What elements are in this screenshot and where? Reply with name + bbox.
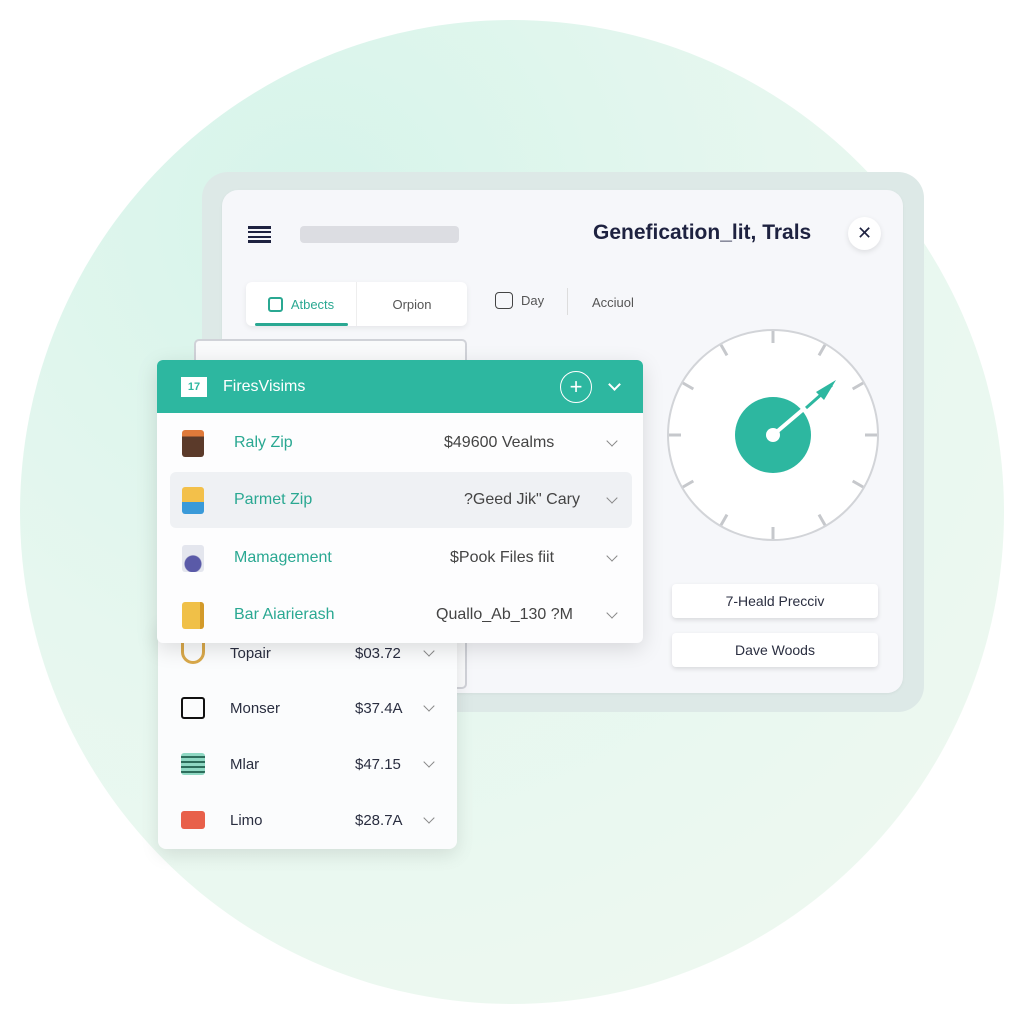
dropdown-title: FiresVisims [223,377,306,395]
chevron-down-icon[interactable] [606,550,618,562]
book-icon [182,601,204,629]
day-label: Day [521,293,545,308]
row-name: Mamagement [234,549,332,566]
row-name: Raly Zip [234,434,293,451]
search-placeholder-bar[interactable] [300,226,459,243]
chevron-down-icon[interactable] [606,492,618,504]
divider [567,288,568,315]
gauge-dial [667,329,879,541]
day-button[interactable]: Day [495,292,544,309]
tab-label: Orpion [392,296,432,312]
row-value: Quallo_Ab_130 ?M [436,606,573,623]
tab-bar: Atbects Orpion [246,282,467,326]
image-icon [182,429,204,457]
tab-orpion[interactable]: Orpion [356,282,467,326]
dropdown-row[interactable]: Raly Zip $49600 Vealms [170,415,632,471]
list-item[interactable]: Monser $37.4A [158,680,457,736]
calendar-icon: 17 [181,376,207,397]
item-price: $28.7A [355,811,403,829]
item-name: Topair [230,644,271,662]
user-icon [182,544,204,572]
acciuol-button[interactable]: Acciuol [592,295,634,310]
close-button[interactable]: ✕ [848,217,881,250]
monitor-icon [181,697,205,719]
chevron-down-icon[interactable] [606,607,618,619]
list-item[interactable]: Mlar $47.15 [158,736,457,792]
row-value: $49600 Vealms [444,434,555,451]
gauge-pivot [766,428,780,442]
calendar-icon [495,292,513,309]
chevron-down-icon[interactable] [608,378,621,391]
price-list: Topair $03.72 Monser $37.4A Mlar $47.15 Lim… [158,620,457,849]
add-button[interactable]: + [560,370,592,403]
row-name: Bar Aiarierash [234,606,335,623]
chevron-down-icon[interactable] [423,812,435,824]
item-price: $03.72 [355,644,401,662]
page-title: Genefication_lit, Trals [593,221,812,244]
tab-label: Atbects [290,296,335,312]
files-dropdown: 17 FiresVisims + Raly Zip $49600 Vealms P… [157,360,643,643]
microphone-icon [181,642,205,664]
list-item[interactable]: Limo $28.7A [158,792,457,848]
primary-button[interactable]: 7-Heald Precciv [672,584,878,618]
chevron-down-icon[interactable] [423,645,435,657]
item-name: Limo [230,811,263,829]
row-value: ?Geed Jik" Cary [464,491,580,508]
row-value: $Pook Files fiit [450,549,555,566]
item-name: Mlar [230,755,260,773]
chevron-down-icon[interactable] [423,700,435,712]
chevron-down-icon[interactable] [423,756,435,768]
dropdown-row[interactable]: Parmet Zip ?Geed Jik" Cary [170,472,632,528]
dropdown-row[interactable]: Mamagement $Pook Files fiit [170,530,632,586]
document-icon [181,753,205,775]
dropdown-row[interactable]: Bar Aiarierash Quallo_Ab_130 ?M [170,587,632,643]
tab-atbects[interactable]: Atbects [246,282,356,326]
hamburger-icon[interactable] [248,226,271,243]
row-name: Parmet Zip [234,491,313,508]
edit-icon [267,296,283,312]
close-icon: ✕ [856,223,873,243]
chevron-down-icon[interactable] [606,435,618,447]
folder-icon [182,486,204,514]
item-price: $37.4A [355,699,403,717]
dropdown-header[interactable]: 17 FiresVisims + [157,360,643,413]
tag-icon [181,811,205,829]
item-name: Monser [230,699,281,717]
item-price: $47.15 [355,755,401,773]
secondary-button[interactable]: Dave Woods [672,633,878,667]
